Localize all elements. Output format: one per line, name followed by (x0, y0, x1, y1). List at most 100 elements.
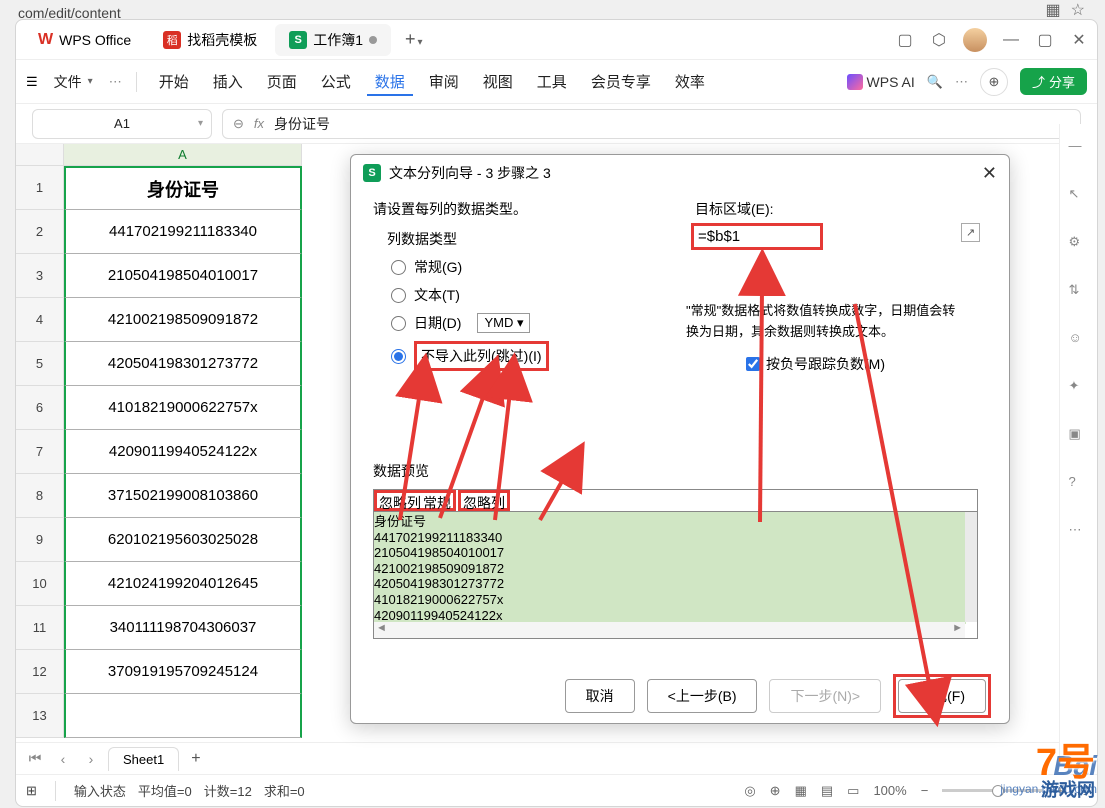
menu-review[interactable]: 审阅 (421, 67, 467, 96)
file-menu[interactable]: 文件▾ (46, 68, 101, 96)
collapse-dialog-icon[interactable]: ↗ (961, 223, 980, 242)
search-icon[interactable]: 🔍 (927, 74, 943, 90)
cell-data[interactable]: 371502199008103860 (64, 474, 302, 518)
view-normal-icon[interactable]: ▦ (795, 783, 807, 799)
menu-vip[interactable]: 会员专享 (583, 67, 659, 96)
help-tool-icon[interactable]: ? (1069, 474, 1089, 494)
cancel-fx-icon[interactable]: ⊖ (233, 116, 244, 132)
row-header[interactable]: 7 (16, 430, 64, 474)
nav-prev-icon[interactable]: ‹ (52, 748, 74, 770)
negative-checkbox[interactable] (746, 357, 760, 371)
preview-hscroll[interactable]: ◄► (374, 622, 965, 638)
view-reading-icon[interactable]: ▭ (847, 783, 859, 799)
panel-icon[interactable]: ▢ (895, 30, 915, 50)
row-header[interactable]: 4 (16, 298, 64, 342)
cell-data[interactable]: 42090119940524122x (64, 430, 302, 474)
focus-icon[interactable]: ⊕ (770, 783, 781, 799)
row-header[interactable]: 8 (16, 474, 64, 518)
tab-workbook[interactable]: S 工作簿1 (275, 24, 391, 56)
settings-tool-icon[interactable]: ⚙ (1069, 234, 1089, 254)
minimize-button[interactable]: — (1001, 30, 1021, 50)
col-header-a[interactable]: A (64, 144, 302, 166)
row-header[interactable]: 1 (16, 166, 64, 210)
select-all-corner[interactable] (16, 144, 64, 166)
menu-hamburger-icon[interactable]: ☰ (26, 74, 38, 90)
cell-data[interactable]: 421002198509091872 (64, 298, 302, 342)
finish-button[interactable]: 完成(F) (898, 679, 986, 713)
radio-text-input[interactable] (391, 288, 406, 303)
chat-icon[interactable]: ⊕ (980, 68, 1008, 96)
cube-icon[interactable]: ⬡ (929, 30, 949, 50)
zoom-level[interactable]: 100% (873, 783, 906, 798)
face-tool-icon[interactable]: ☺ (1069, 330, 1089, 350)
more-icon[interactable]: ⋯ (955, 74, 968, 90)
tab-wps-office[interactable]: W WPS Office (24, 25, 145, 55)
dialog-close-button[interactable]: ✕ (982, 163, 997, 184)
preview-header-skip2[interactable]: 忽略列 (458, 490, 510, 511)
row-header[interactable]: 10 (16, 562, 64, 606)
menu-efficiency[interactable]: 效率 (667, 67, 713, 96)
cell-data[interactable]: 340111198704306037 (64, 606, 302, 650)
cell-data[interactable]: 421024199204012645 (64, 562, 302, 606)
menu-formula[interactable]: 公式 (313, 67, 359, 96)
preview-header-skip1[interactable]: 忽略列 常规 (374, 490, 456, 511)
back-button[interactable]: <上一步(B) (647, 679, 758, 713)
cell-data[interactable]: 370919195709245124 (64, 650, 302, 694)
preview-vscroll[interactable] (965, 512, 977, 622)
menu-tools[interactable]: 工具 (529, 67, 575, 96)
tab-docer[interactable]: 稻 找稻壳模板 (149, 24, 271, 56)
target-range-input[interactable] (698, 228, 816, 245)
row-header[interactable]: 9 (16, 518, 64, 562)
cell-data[interactable]: 41018219000622757x (64, 386, 302, 430)
radio-general[interactable]: 常规(G) (391, 257, 969, 277)
cell-data[interactable]: 620102195603025028 (64, 518, 302, 562)
menu-insert[interactable]: 插入 (205, 67, 251, 96)
eye-icon[interactable]: ◎ (744, 783, 755, 799)
row-header[interactable]: 6 (16, 386, 64, 430)
formula-input[interactable]: ⊖ fx 身份证号 (222, 109, 1081, 139)
menu-page[interactable]: 页面 (259, 67, 305, 96)
avatar[interactable] (963, 28, 987, 52)
new-tab-button[interactable]: +▾ (395, 23, 433, 56)
radio-general-input[interactable] (391, 260, 406, 275)
row-header[interactable]: 3 (16, 254, 64, 298)
sparkle-tool-icon[interactable]: ✦ (1069, 378, 1089, 398)
menu-start[interactable]: 开始 (151, 67, 197, 96)
cell-header[interactable]: 身份证号 (64, 166, 302, 210)
cell-data[interactable]: 441702199211183340 (64, 210, 302, 254)
row-header[interactable]: 5 (16, 342, 64, 386)
filter-tool-icon[interactable]: ⇅ (1069, 282, 1089, 302)
close-button[interactable]: ✕ (1069, 30, 1089, 50)
radio-date-input[interactable] (391, 316, 406, 331)
minus-tool-icon[interactable]: — (1069, 138, 1089, 158)
row-header[interactable]: 13 (16, 694, 64, 738)
row-header[interactable]: 2 (16, 210, 64, 254)
view-page-icon[interactable]: ▤ (821, 783, 833, 799)
add-sheet-button[interactable]: + (185, 750, 206, 768)
menu-data[interactable]: 数据 (367, 67, 413, 96)
qr-icon[interactable]: ▦ (1046, 0, 1061, 20)
image-tool-icon[interactable]: ▣ (1069, 426, 1089, 446)
cell-data[interactable]: 420504198301273772 (64, 342, 302, 386)
sheet-tab[interactable]: Sheet1 (108, 747, 179, 771)
maximize-button[interactable]: ▢ (1035, 30, 1055, 50)
overflow-icon[interactable]: ⋯ (109, 74, 122, 90)
dots-tool-icon[interactable]: ⋯ (1069, 522, 1089, 542)
nav-next-icon[interactable]: › (80, 748, 102, 770)
cursor-tool-icon[interactable]: ↖ (1069, 186, 1089, 206)
star-icon[interactable]: ☆ (1071, 0, 1085, 20)
cancel-button[interactable]: 取消 (565, 679, 635, 713)
fx-icon[interactable]: fx (254, 116, 264, 131)
wps-ai-button[interactable]: WPS AI (847, 74, 915, 90)
radio-skip-input[interactable] (391, 349, 406, 364)
negative-checkbox-row[interactable]: 按负号跟踪负数(M) (746, 353, 966, 375)
row-header[interactable]: 12 (16, 650, 64, 694)
nav-first-icon[interactable]: ⏮ (24, 748, 46, 770)
cell-data[interactable]: 210504198504010017 (64, 254, 302, 298)
zoom-out-icon[interactable]: − (921, 783, 929, 798)
date-format-select[interactable]: YMD ▾ (477, 313, 530, 333)
row-header[interactable]: 11 (16, 606, 64, 650)
cell-data[interactable] (64, 694, 302, 738)
share-button[interactable]: ⤴ 分享 (1020, 68, 1087, 95)
cell-reference-input[interactable]: A1 (32, 109, 212, 139)
